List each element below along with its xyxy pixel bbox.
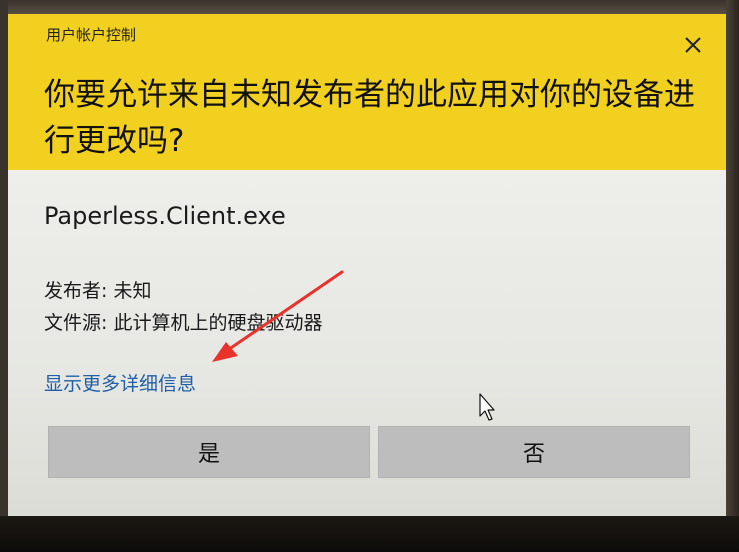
publisher-line: 发布者: 未知 <box>44 276 151 303</box>
monitor-bezel-right <box>726 0 739 552</box>
app-name: Paperless.Client.exe <box>44 202 286 230</box>
source-line: 文件源: 此计算机上的硬盘驱动器 <box>44 308 322 335</box>
monitor-bezel-bottom <box>0 516 739 552</box>
dialog-header: 用户帐户控制 你要允许来自未知发布者的此应用对你的设备进行更改吗? <box>8 14 726 170</box>
dialog-question: 你要允许来自未知发布者的此应用对你的设备进行更改吗? <box>44 77 695 159</box>
source-value: 此计算机上的硬盘驱动器 <box>113 312 323 334</box>
publisher-label: 发布者: <box>44 280 108 302</box>
source-label: 文件源: <box>44 312 108 334</box>
uac-dialog: 用户帐户控制 你要允许来自未知发布者的此应用对你的设备进行更改吗? Paperl… <box>8 14 726 516</box>
yes-button[interactable]: 是 <box>48 426 370 478</box>
close-icon[interactable] <box>680 32 706 58</box>
publisher-value: 未知 <box>113 280 152 302</box>
monitor-bezel-top <box>0 0 739 14</box>
dialog-caption: 用户帐户控制 <box>46 26 137 44</box>
no-button[interactable]: 否 <box>378 426 690 478</box>
monitor-bezel-left <box>0 0 8 552</box>
show-more-details-link[interactable]: 显示更多详细信息 <box>44 369 196 396</box>
